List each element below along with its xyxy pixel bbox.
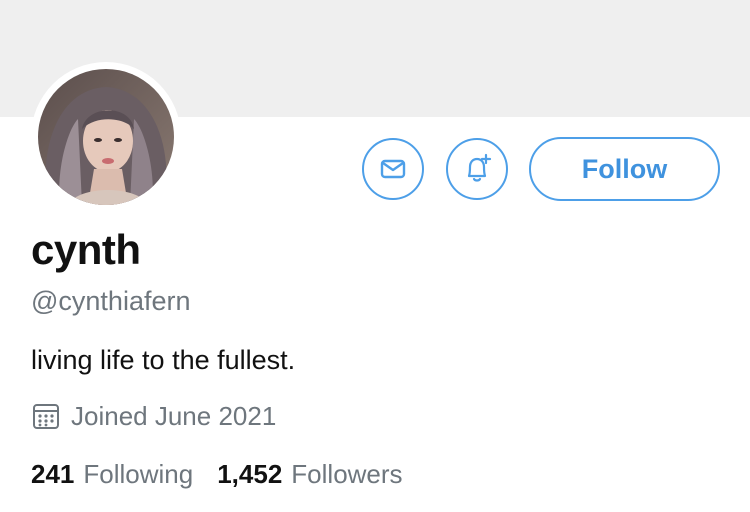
display-name: cynth: [31, 226, 141, 273]
bio-text: living life to the fullest.: [31, 345, 296, 375]
profile-stats: 241 Following 1,452 Followers: [31, 459, 403, 490]
joined-date: Joined June 2021: [31, 400, 276, 432]
following-count: 241: [31, 459, 75, 489]
following-label: Following: [83, 459, 194, 489]
avatar-photo: [38, 69, 174, 205]
calendar-icon: [31, 401, 61, 431]
message-button[interactable]: [362, 138, 424, 200]
following-link[interactable]: 241 Following: [31, 459, 193, 490]
followers-link[interactable]: 1,452 Followers: [217, 459, 402, 490]
avatar[interactable]: [38, 69, 174, 205]
joined-label: Joined June 2021: [71, 400, 277, 431]
followers-count: 1,452: [217, 459, 283, 489]
notifications-button[interactable]: [446, 138, 508, 200]
followers-label: Followers: [291, 459, 403, 489]
envelope-icon: [380, 159, 406, 179]
user-handle: @cynthiafern: [31, 286, 191, 316]
follow-button[interactable]: Follow: [529, 137, 720, 201]
bell-plus-icon: [467, 153, 492, 182]
